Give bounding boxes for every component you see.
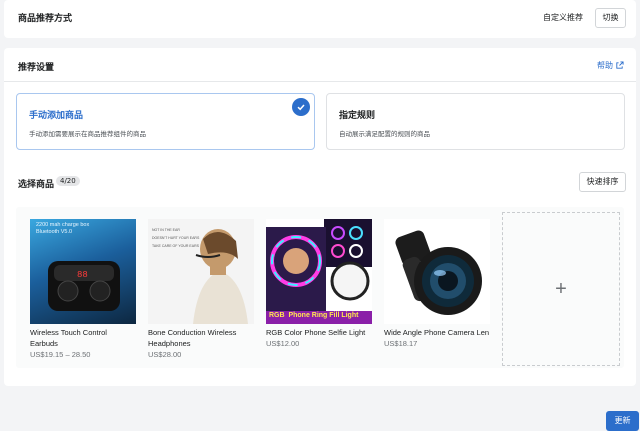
help-label: 帮助 xyxy=(597,61,613,70)
product-price: US$12.00 xyxy=(266,339,300,348)
option-desc: 自动展示满足配置的规则的商品 xyxy=(339,130,430,138)
product-name: Wireless Touch Control Earbuds xyxy=(30,328,107,348)
option-title: 手动添加商品 xyxy=(29,111,84,121)
recommend-settings-card: 推荐设置 帮助 手动添加商品 手动添加需要展示在商品推荐组件的商品 指定规则 自… xyxy=(4,48,636,386)
update-button[interactable]: 更新 xyxy=(606,411,639,431)
checkmark-icon xyxy=(292,98,310,116)
product-card[interactable]: 2200 mah charge box Bluetooth V5.0 88 Wi… xyxy=(30,219,136,359)
divider xyxy=(4,81,636,82)
product-price: US$28.00 xyxy=(148,350,182,359)
product-count-badge: 4/20 xyxy=(56,176,80,186)
quick-sort-button[interactable]: 快速排序 xyxy=(579,172,626,192)
product-image: NOT IN THE EAR DOESN'T HURT YOUR EARS TA… xyxy=(148,219,254,324)
product-name: RGB Color Phone Selfie Light xyxy=(266,328,366,337)
option-manual-add[interactable]: 手动添加商品 手动添加需要展示在商品推荐组件的商品 xyxy=(16,93,315,150)
plus-icon: + xyxy=(555,277,567,300)
settings-title: 推荐设置 xyxy=(18,63,55,73)
option-desc: 手动添加需要展示在商品推荐组件的商品 xyxy=(29,130,146,138)
recommend-mode-title: 商品推荐方式 xyxy=(18,14,73,24)
product-card[interactable]: Wide Angle Phone Camera Len US$18.17 xyxy=(384,219,490,348)
external-link-icon xyxy=(616,61,624,69)
product-card[interactable]: RGB Phone Ring Fill Light RGB Color Phon… xyxy=(266,219,372,348)
option-rules[interactable]: 指定规则 自动展示满足配置的规则的商品 xyxy=(326,93,625,150)
add-product-button[interactable]: + xyxy=(502,212,620,366)
recommend-mode-card: 商品推荐方式 自定义推荐 切换 xyxy=(4,0,636,38)
product-image: RGB Phone Ring Fill Light xyxy=(266,219,372,324)
svg-text:88: 88 xyxy=(77,270,88,280)
product-price: US$18.17 xyxy=(384,339,418,348)
product-card[interactable]: NOT IN THE EAR DOESN'T HURT YOUR EARS TA… xyxy=(148,219,254,359)
product-price: US$19.15 – 28.50 xyxy=(30,350,91,359)
switch-button[interactable]: 切换 xyxy=(595,8,626,28)
select-products-title: 选择商品 xyxy=(18,180,55,190)
product-image xyxy=(384,219,490,324)
option-title: 指定规则 xyxy=(339,111,376,121)
product-name: Wide Angle Phone Camera Len xyxy=(384,328,490,337)
current-mode-label: 自定义推荐 xyxy=(543,13,583,22)
product-gallery: 2200 mah charge box Bluetooth V5.0 88 Wi… xyxy=(16,207,624,368)
product-name: Bone Conduction Wireless Headphones xyxy=(148,328,237,348)
product-image: 2200 mah charge box Bluetooth V5.0 88 xyxy=(30,219,136,324)
help-link[interactable]: 帮助 xyxy=(597,60,624,71)
